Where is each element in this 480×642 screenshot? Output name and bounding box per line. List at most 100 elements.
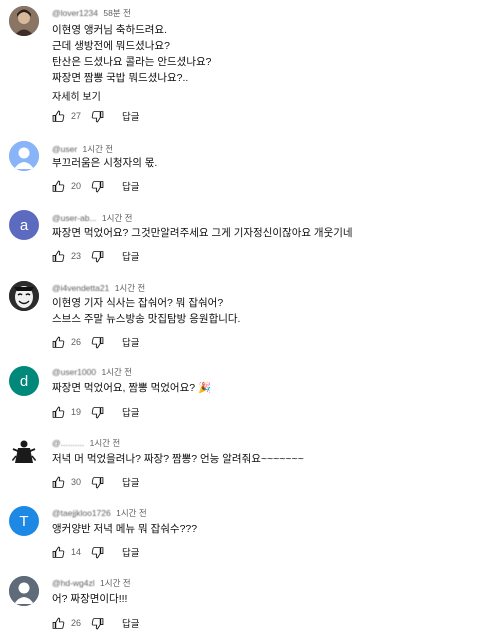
warrior-avatar-icon — [9, 436, 39, 466]
party-popper-icon: 🎉 — [198, 382, 212, 394]
thumbs-down-icon[interactable] — [91, 546, 104, 559]
thumbs-down-icon[interactable] — [91, 406, 104, 419]
avatar-letter: d — [19, 372, 29, 390]
like-count: 26 — [71, 618, 82, 628]
comment-time: 1시간 전 — [100, 578, 131, 588]
comment-line: 이현영 기자 식사는 잡숴어? 뭐 잡숴어? — [52, 297, 224, 309]
comment-text: 이현영 기자 식사는 잡숴어? 뭐 잡숴어? 스브스 주말 뉴스방송 맛집탐방 … — [52, 295, 240, 327]
avatar[interactable] — [9, 436, 39, 466]
comment-line: 근데 생방전에 뭐드셨나요? — [52, 40, 170, 52]
comment-line: 앵커양반 저녁 메뉴 뭐 잡숴수??? — [52, 523, 198, 535]
comment-actions: 19 답글 — [52, 404, 139, 420]
thumbs-down-icon[interactable] — [91, 180, 104, 193]
avatar[interactable]: T — [9, 506, 39, 536]
comment-text: 짜장면 먹었어요? 그것만알려주세요 그게 기자정신이잖아요 개웃기네 — [52, 225, 353, 241]
comment-author[interactable]: @hd-wg4zl — [52, 578, 95, 588]
comment-header: @user 1시간 전 — [52, 143, 113, 155]
reply-button[interactable]: 답글 — [122, 405, 139, 419]
comment-text: 앵커양반 저녁 메뉴 뭐 잡숴수??? — [52, 521, 197, 537]
comment-time: 1시간 전 — [101, 213, 133, 223]
like-count: 14 — [71, 547, 82, 557]
thumbs-up-icon[interactable] — [52, 250, 65, 263]
comment-header: @i4vendetta21 1시간 전 — [52, 282, 145, 294]
comment-header: @hd-wg4zl 1시간 전 — [52, 577, 131, 589]
default-person-avatar-icon — [9, 576, 39, 606]
comment-text: 이현영 앵커님 축하드려요. 근데 생방전에 뭐드셨나요? 탄산은 드셨나요 콜… — [52, 22, 212, 86]
avatar[interactable]: d — [9, 366, 39, 396]
comment-author[interactable]: @.......... — [52, 438, 84, 448]
comment-line: 부끄러움은 시청자의 몫. — [52, 157, 158, 169]
comment-header: @lover1234 58분 전 — [52, 7, 131, 19]
reply-button[interactable]: 답글 — [122, 109, 139, 123]
comment-time: 1시간 전 — [82, 144, 114, 154]
comment-line: 짜장면 먹었어요? 그것만알려주세요 그게 기자정신이잖아요 개웃기네 — [52, 227, 353, 239]
comment-time: 1시간 전 — [89, 438, 121, 448]
thumbs-up-icon[interactable] — [52, 406, 65, 419]
avatar[interactable]: a — [9, 210, 39, 240]
avatar-letter: T — [19, 512, 29, 530]
comment-author[interactable]: @taejjkloo1726 — [52, 508, 111, 518]
avatar[interactable] — [9, 6, 39, 36]
avatar[interactable] — [9, 576, 39, 606]
comment-line: 이현영 앵커님 축하드려요. — [52, 24, 168, 36]
avatar-letter: a — [19, 216, 29, 234]
comment-author[interactable]: @lover1234 — [52, 8, 98, 18]
comment-actions: 27 답글 — [52, 108, 139, 124]
like-count: 30 — [71, 477, 82, 487]
read-more-link[interactable]: 자세히 보기 — [52, 88, 101, 103]
comment-actions: 26 답글 — [52, 334, 139, 350]
thumbs-up-icon[interactable] — [52, 180, 65, 193]
reply-button[interactable]: 답글 — [122, 179, 139, 193]
comment-line: 스브스 주말 뉴스방송 맛집탐방 응원합니다. — [52, 313, 241, 325]
thumbs-up-icon[interactable] — [52, 617, 65, 630]
thumbs-up-icon[interactable] — [52, 546, 65, 559]
comment-line: 짜장면 짬뽕 국밥 뭐드셨나요?.. — [52, 72, 189, 84]
comment-actions: 23 답글 — [52, 248, 139, 264]
comment-text: 짜장면 먹었어요, 짬뽕 먹었어요? 🎉 — [52, 380, 211, 396]
thumbs-down-icon[interactable] — [91, 336, 104, 349]
thumbs-up-icon[interactable] — [52, 336, 65, 349]
photo-avatar-icon — [9, 6, 39, 36]
comment-author[interactable]: @user1000 — [52, 367, 96, 377]
comment-header: @taejjkloo1726 1시간 전 — [52, 507, 147, 519]
comment-time: 1시간 전 — [114, 283, 146, 293]
mask-avatar-icon — [9, 281, 39, 311]
comment-author[interactable]: @user-ab... — [52, 213, 97, 223]
comment-time: 1시간 전 — [101, 367, 133, 377]
comment-line-text: 짜장면 먹었어요, 짬뽕 먹었어요? — [52, 382, 196, 394]
reply-button[interactable]: 답글 — [122, 475, 139, 489]
comment-text: 부끄러움은 시청자의 몫. — [52, 155, 157, 171]
comment-actions: 26 답글 — [52, 615, 139, 631]
comment-author[interactable]: @user — [52, 144, 77, 154]
comment-author[interactable]: @i4vendetta21 — [52, 283, 109, 293]
comment-actions: 30 답글 — [52, 474, 139, 490]
like-count: 19 — [71, 407, 82, 417]
comment-actions: 14 답글 — [52, 544, 139, 560]
comment-header: @user1000 1시간 전 — [52, 366, 132, 378]
comment-text: 어? 짜장면이다!!! — [52, 591, 127, 607]
comment-actions: 20 답글 — [52, 178, 139, 194]
thumbs-down-icon[interactable] — [91, 250, 104, 263]
reply-button[interactable]: 답글 — [122, 335, 139, 349]
thumbs-down-icon[interactable] — [91, 110, 104, 123]
thumbs-down-icon[interactable] — [91, 617, 104, 630]
thumbs-up-icon[interactable] — [52, 476, 65, 489]
comment-line: 짜장면 먹었어요, 짬뽕 먹었어요? 🎉 — [52, 380, 211, 396]
thumbs-up-icon[interactable] — [52, 110, 65, 123]
comment-header: @.......... 1시간 전 — [52, 437, 120, 449]
reply-button[interactable]: 답글 — [122, 616, 139, 630]
avatar[interactable] — [9, 281, 39, 311]
reply-button[interactable]: 답글 — [122, 545, 139, 559]
like-count: 26 — [71, 337, 82, 347]
comment-time: 1시간 전 — [116, 508, 147, 518]
comment-time: 58분 전 — [103, 8, 131, 18]
like-count: 23 — [71, 251, 82, 261]
comment-line: 저녁 머 먹었을려나? 짜장? 짬뽕? 언능 알려줘요~~~~~~~ — [52, 453, 304, 465]
reply-button[interactable]: 답글 — [122, 249, 139, 263]
like-count: 27 — [71, 111, 82, 121]
comment-text: 저녁 머 먹었을려나? 짜장? 짬뽕? 언능 알려줘요~~~~~~~ — [52, 451, 304, 467]
thumbs-down-icon[interactable] — [91, 476, 104, 489]
comment-header: @user-ab... 1시간 전 — [52, 212, 132, 224]
avatar[interactable] — [9, 141, 39, 171]
like-count: 20 — [71, 181, 82, 191]
